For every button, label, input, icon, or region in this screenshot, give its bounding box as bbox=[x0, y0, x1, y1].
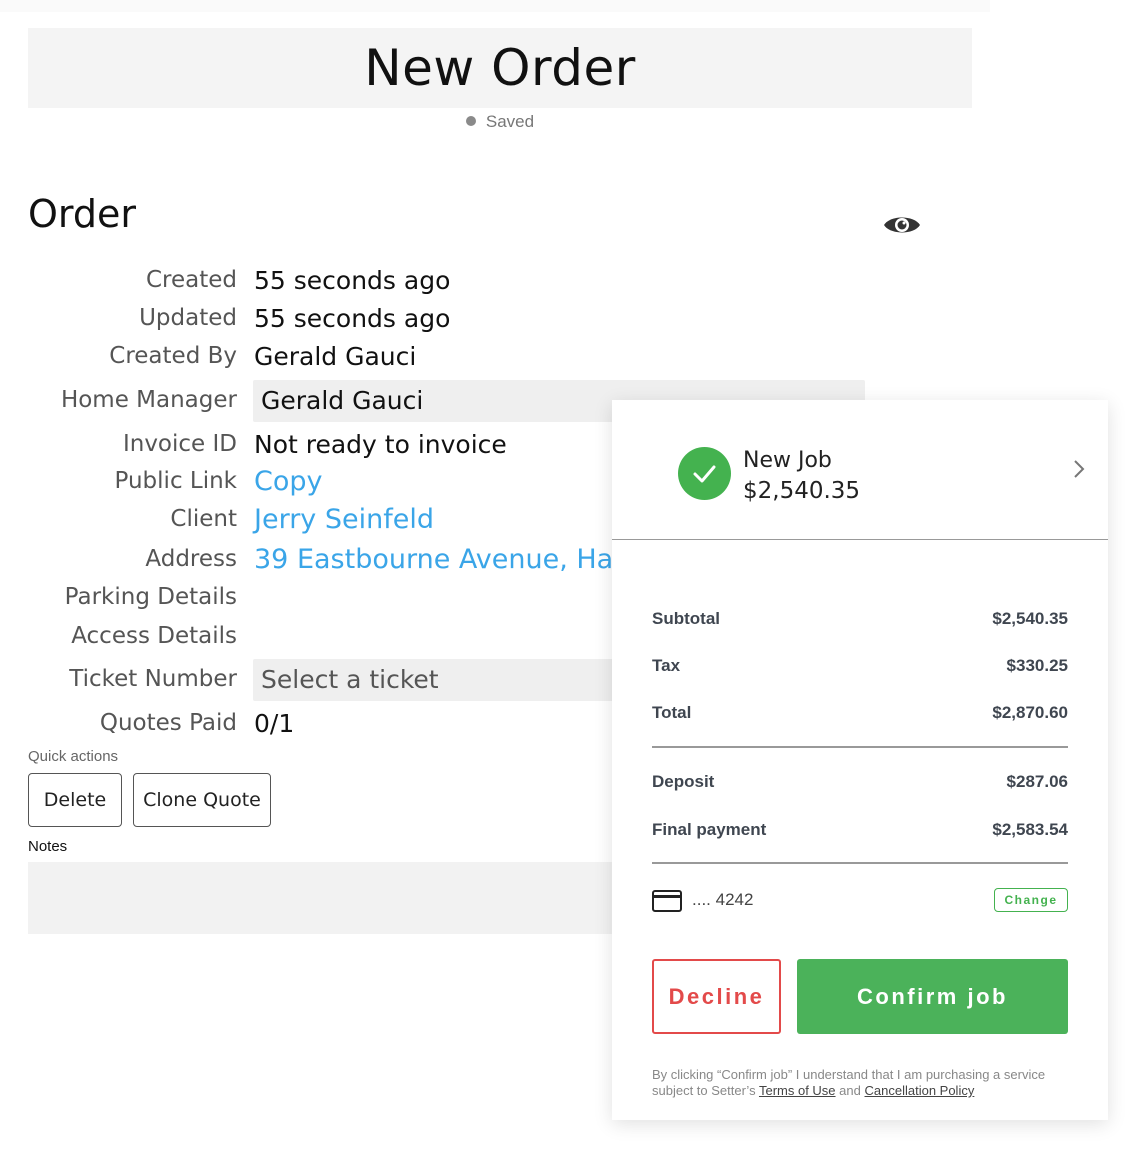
eye-icon[interactable] bbox=[882, 210, 922, 240]
field-updated: Updated 55 seconds ago bbox=[0, 298, 450, 338]
field-address: Address 39 Eastbourne Avenue, Ham bbox=[0, 539, 640, 579]
quick-actions-label: Quick actions bbox=[28, 748, 119, 765]
field-label: Access Details bbox=[71, 623, 237, 649]
delete-button[interactable]: Delete bbox=[28, 773, 122, 827]
notes-label: Notes bbox=[28, 838, 68, 855]
field-ticket-number: Ticket Number bbox=[0, 659, 237, 699]
field-label: Address bbox=[145, 546, 237, 572]
final-payment-row: Final payment $2,583.54 bbox=[652, 820, 1068, 840]
field-created-by: Created By Gerald Gauci bbox=[0, 336, 416, 376]
field-label: Client bbox=[170, 506, 237, 532]
field-home-manager: Home Manager bbox=[0, 380, 237, 420]
field-label: Invoice ID bbox=[122, 431, 237, 457]
cancellation-policy-link[interactable]: Cancellation Policy bbox=[865, 1083, 975, 1098]
field-parking-details: Parking Details bbox=[0, 577, 237, 617]
field-value: Gerald Gauci bbox=[254, 341, 417, 371]
field-invoice-id: Invoice ID Not ready to invoice bbox=[0, 424, 507, 464]
job-name: New Job bbox=[743, 448, 832, 473]
check-icon bbox=[678, 447, 731, 500]
tax-label: Tax bbox=[652, 656, 681, 675]
home-manager-value: Gerald Gauci bbox=[261, 386, 424, 415]
status-dot-icon bbox=[465, 116, 476, 126]
subtotal-row: Subtotal $2,540.35 bbox=[652, 609, 1068, 629]
job-header[interactable]: New Job $2,540.35 bbox=[612, 400, 1108, 540]
field-label: Quotes Paid bbox=[99, 710, 237, 736]
ticket-placeholder: Select a ticket bbox=[261, 665, 439, 694]
card-number: .... 4242 bbox=[692, 890, 754, 909]
decline-button[interactable]: Decline bbox=[652, 959, 781, 1034]
header-bar: New Order bbox=[28, 28, 972, 108]
field-value: Not ready to invoice bbox=[254, 429, 507, 459]
divider bbox=[652, 862, 1068, 864]
ticket-select[interactable]: Select a ticket bbox=[253, 659, 653, 701]
deposit-row: Deposit $287.06 bbox=[652, 772, 1068, 792]
notes-field[interactable] bbox=[28, 862, 628, 934]
field-label: Parking Details bbox=[64, 584, 237, 610]
final-payment-value: $2,583.54 bbox=[992, 820, 1068, 839]
total-label: Total bbox=[652, 703, 692, 722]
payment-card-row: .... 4242 Change bbox=[652, 884, 1068, 918]
field-access-details: Access Details bbox=[0, 616, 237, 656]
top-strip bbox=[0, 0, 990, 12]
subtotal-value: $2,540.35 bbox=[992, 609, 1068, 628]
subtotal-label: Subtotal bbox=[652, 609, 720, 628]
field-value: 0/1 bbox=[254, 708, 295, 738]
section-title: Order bbox=[28, 192, 136, 236]
job-price: $2,540.35 bbox=[743, 478, 861, 504]
legal-text: By clicking “Confirm job” I understand t… bbox=[652, 1067, 1072, 1099]
field-public-link: Public Link Copy bbox=[0, 461, 323, 501]
field-created: Created 55 seconds ago bbox=[0, 260, 450, 300]
deposit-label: Deposit bbox=[652, 772, 715, 791]
address-link[interactable]: 39 Eastbourne Avenue, Ham bbox=[254, 544, 640, 575]
copy-link[interactable]: Copy bbox=[254, 466, 323, 497]
page-title: New Order bbox=[364, 39, 636, 97]
legal-and: and bbox=[839, 1083, 861, 1098]
field-label: Public Link bbox=[114, 468, 237, 494]
deposit-value: $287.06 bbox=[1006, 772, 1068, 791]
tax-row: Tax $330.25 bbox=[652, 656, 1068, 676]
client-link[interactable]: Jerry Seinfeld bbox=[254, 504, 434, 535]
credit-card-icon bbox=[652, 890, 682, 912]
checkout-card: New Job $2,540.35 Subtotal $2,540.35 Tax… bbox=[612, 400, 1108, 1120]
tax-value: $330.25 bbox=[1006, 656, 1068, 675]
field-value: 55 seconds ago bbox=[254, 265, 451, 295]
field-quotes-paid: Quotes Paid 0/1 bbox=[0, 703, 294, 743]
clone-quote-button[interactable]: Clone Quote bbox=[133, 773, 271, 827]
save-status: Saved bbox=[0, 112, 1000, 132]
chevron-right-icon[interactable] bbox=[1072, 458, 1086, 480]
divider bbox=[652, 746, 1068, 748]
terms-link[interactable]: Terms of Use bbox=[759, 1083, 836, 1098]
total-value: $2,870.60 bbox=[992, 703, 1068, 722]
confirm-job-button[interactable]: Confirm job bbox=[797, 959, 1068, 1034]
change-card-button[interactable]: Change bbox=[994, 888, 1068, 912]
field-label: Created By bbox=[109, 343, 237, 369]
field-label: Ticket Number bbox=[69, 666, 237, 692]
field-client: Client Jerry Seinfeld bbox=[0, 499, 434, 539]
field-label: Home Manager bbox=[60, 387, 237, 413]
save-status-label: Saved bbox=[485, 112, 535, 131]
field-label: Updated bbox=[139, 305, 237, 331]
field-value: 55 seconds ago bbox=[254, 303, 451, 333]
total-row: Total $2,870.60 bbox=[652, 703, 1068, 723]
field-label: Created bbox=[145, 267, 237, 293]
final-payment-label: Final payment bbox=[652, 820, 767, 839]
